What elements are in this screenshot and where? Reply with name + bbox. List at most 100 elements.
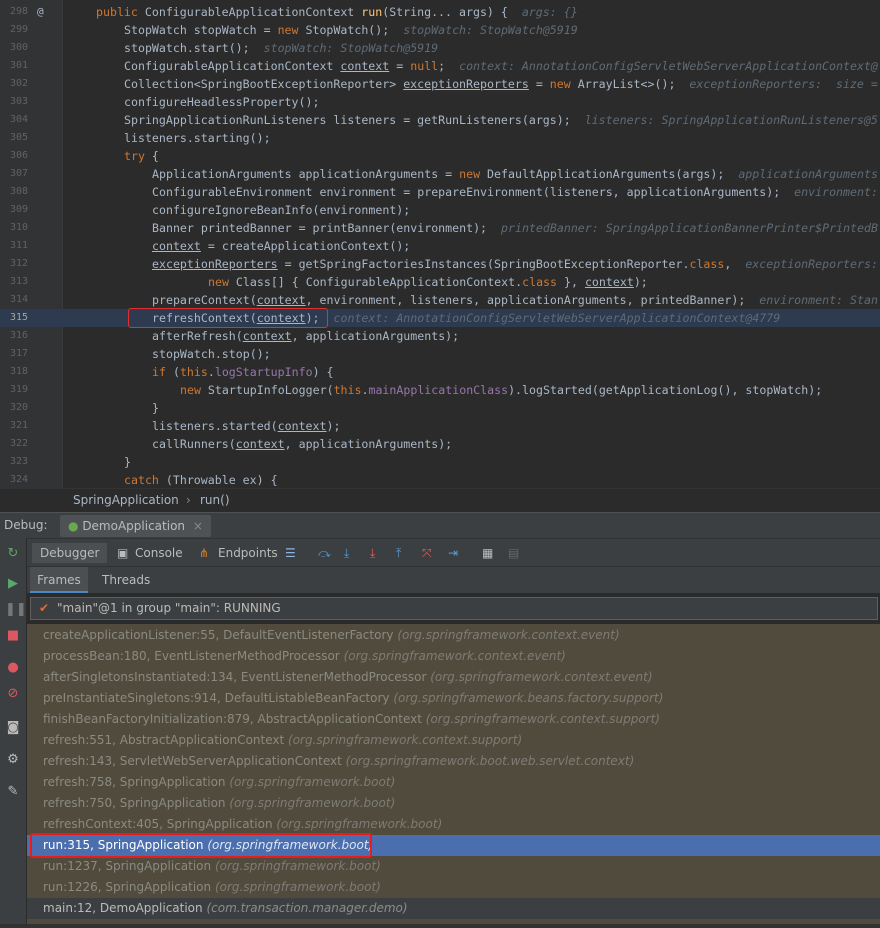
line-number[interactable]: 315 — [0, 309, 28, 327]
tab-threads[interactable]: Threads — [102, 567, 150, 593]
mute-breakpoints-icon[interactable]: ⊘ — [5, 686, 21, 702]
code-line[interactable]: 299 StopWatch stopWatch = new StopWatch()… — [0, 21, 880, 39]
step-into-icon[interactable]: ⤓ — [344, 545, 349, 561]
code-line[interactable]: 323} — [0, 453, 880, 471]
step-out-icon[interactable]: ⤒ — [396, 545, 401, 561]
code-line[interactable]: 304 SpringApplicationRunListeners listene… — [0, 111, 880, 129]
line-number[interactable]: 318 — [0, 363, 28, 381]
code-line[interactable]: 300 stopWatch.start(); stopWatch: StopWat… — [0, 39, 880, 57]
line-number[interactable]: 308 — [0, 183, 28, 201]
line-number[interactable]: 312 — [0, 255, 28, 273]
code-line[interactable]: 298 @ public ConfigurableApplicationContex… — [0, 3, 880, 21]
line-number[interactable]: 306 — [0, 147, 28, 165]
rerun-icon[interactable]: ↻ — [5, 546, 21, 562]
line-number[interactable]: 299 — [0, 21, 28, 39]
line-number[interactable]: 320 — [0, 399, 28, 417]
code-line[interactable]: 322 callRunners(context, applicationArgum… — [0, 435, 880, 453]
tab-console[interactable]: Console — [135, 543, 183, 563]
drop-frame-icon[interactable]: ⤧ — [422, 545, 432, 561]
frame-row[interactable]: afterSingletonsInstantiated:134, EventLi… — [27, 667, 880, 688]
frame-row[interactable]: refresh:750, SpringApplication (org.spri… — [27, 793, 880, 814]
code-line[interactable]: 301 ConfigurableApplicationContext contex… — [0, 57, 880, 75]
line-number[interactable]: 324 — [0, 471, 28, 488]
code-line[interactable]: 313 new Class[] { ConfigurableApplication… — [0, 273, 880, 291]
line-number[interactable]: 323 — [0, 453, 28, 471]
tab-frames[interactable]: Frames — [30, 567, 88, 593]
evaluate-expression-icon[interactable]: ▦ — [482, 545, 493, 561]
line-number[interactable]: 314 — [0, 291, 28, 309]
frame-text: refresh:750, SpringApplication (org.spri… — [43, 793, 395, 814]
code-token: } — [152, 401, 159, 415]
code-line[interactable]: 316 afterRefresh(context, applicationArgu… — [0, 327, 880, 345]
code-line[interactable]: 317 stopWatch.stop(); — [0, 345, 880, 363]
frame-row[interactable]: refresh:551, AbstractApplicationContext … — [27, 730, 880, 751]
frame-row[interactable]: main:12, DemoApplication (com.transactio… — [27, 898, 880, 919]
pin-icon[interactable]: ✎ — [5, 784, 21, 800]
frames-list[interactable]: createApplicationListener:55, DefaultEve… — [27, 624, 880, 928]
code-line[interactable]: 308 ConfigurableEnvironment environment =… — [0, 183, 880, 201]
code-line[interactable]: 306 try { — [0, 147, 880, 165]
line-number[interactable]: 316 — [0, 327, 28, 345]
breadcrumb-method[interactable]: run() — [200, 489, 230, 511]
frame-row[interactable]: refreshContext:405, SpringApplication (o… — [27, 814, 880, 835]
code-line[interactable]: 302 Collection<SpringBootExceptionReporte… — [0, 75, 880, 93]
breadcrumb-class[interactable]: SpringApplication — [73, 489, 179, 511]
frame-row[interactable]: preInstantiateSingletons:914, DefaultLis… — [27, 688, 880, 709]
code-editor[interactable]: 298 @ public ConfigurableApplicationContex… — [0, 0, 880, 488]
code-line[interactable]: 305 listeners.starting(); — [0, 129, 880, 147]
code-line[interactable]: 312 exceptionReporters = getSpringFactori… — [0, 255, 880, 273]
line-number[interactable]: 301 — [0, 57, 28, 75]
trace-icon[interactable]: ▤ — [508, 545, 519, 561]
code-line[interactable]: 324 catch (Throwable ex) { — [0, 471, 880, 488]
line-number[interactable]: 319 — [0, 381, 28, 399]
line-number[interactable]: 317 — [0, 345, 28, 363]
frame-row[interactable]: processBean:180, EventListenerMethodProc… — [27, 646, 880, 667]
line-number[interactable]: 304 — [0, 111, 28, 129]
line-number[interactable]: 302 — [0, 75, 28, 93]
pause-icon[interactable]: ❚❚ — [5, 602, 27, 618]
frame-row[interactable]: refresh:758, SpringApplication (org.spri… — [27, 772, 880, 793]
code-line[interactable]: 320} — [0, 399, 880, 417]
code-line[interactable]: 321 listeners.started(context); — [0, 417, 880, 435]
line-number[interactable]: 313 — [0, 273, 28, 291]
line-number[interactable]: 321 — [0, 417, 28, 435]
line-number[interactable]: 309 — [0, 201, 28, 219]
frame-row[interactable]: run:1237, SpringApplication (org.springf… — [27, 856, 880, 877]
step-over-icon[interactable]: ⤼ — [318, 545, 331, 561]
code-line[interactable]: 309 configureIgnoreBeanInfo(environment); — [0, 201, 880, 219]
code-line[interactable]: 319 new StartupInfoLogger(this.mainApplic… — [0, 381, 880, 399]
line-number[interactable]: 307 — [0, 165, 28, 183]
frame-row[interactable]: run:1226, SpringApplication (org.springf… — [27, 877, 880, 898]
code-line[interactable]: 318 if (this.logStartupInfo) { — [0, 363, 880, 381]
camera-icon[interactable]: ◙ — [5, 720, 21, 736]
gear-icon[interactable]: ⚙ — [5, 752, 21, 768]
line-number[interactable]: 305 — [0, 129, 28, 147]
code-line[interactable]: 311 context = createApplicationContext(); — [0, 237, 880, 255]
code-line[interactable]: 303 configureHeadlessProperty(); — [0, 93, 880, 111]
line-number[interactable]: 298 — [0, 3, 28, 21]
close-icon[interactable]: × — [193, 519, 203, 533]
stop-icon[interactable]: ■ — [5, 628, 21, 644]
line-number[interactable]: 311 — [0, 237, 28, 255]
line-number[interactable]: 303 — [0, 93, 28, 111]
resume-icon[interactable]: ▶ — [5, 576, 21, 592]
code-line[interactable]: 310 Banner printedBanner = printBanner(en… — [0, 219, 880, 237]
code-line[interactable]: 314 prepareContext(context, environment, … — [0, 291, 880, 309]
line-number[interactable]: 300 — [0, 39, 28, 57]
line-number[interactable]: 322 — [0, 435, 28, 453]
code-line[interactable]: 307 ApplicationArguments applicationArgum… — [0, 165, 880, 183]
override-marker-icon[interactable]: @ — [37, 3, 44, 21]
view-breakpoints-icon[interactable]: ● — [5, 660, 21, 676]
frame-row[interactable]: refresh:143, ServletWebServerApplication… — [27, 751, 880, 772]
thread-selector[interactable]: ✔ "main"@1 in group "main": RUNNING — [30, 597, 878, 620]
tab-endpoints[interactable]: Endpoints — [218, 543, 278, 563]
code-token: context — [584, 275, 634, 289]
tab-debugger[interactable]: Debugger — [32, 543, 108, 563]
frame-row[interactable]: finishBeanFactoryInitialization:879, Abs… — [27, 709, 880, 730]
run-to-cursor-icon[interactable]: ⇥ — [448, 545, 458, 561]
force-step-into-icon[interactable]: ⤓ — [370, 545, 375, 561]
frame-row[interactable]: createApplicationListener:55, DefaultEve… — [27, 625, 880, 646]
menu-lines-icon[interactable]: ☰ — [285, 545, 296, 561]
debug-session-tab[interactable]: ● DemoApplication × — [60, 515, 211, 537]
line-number[interactable]: 310 — [0, 219, 28, 237]
